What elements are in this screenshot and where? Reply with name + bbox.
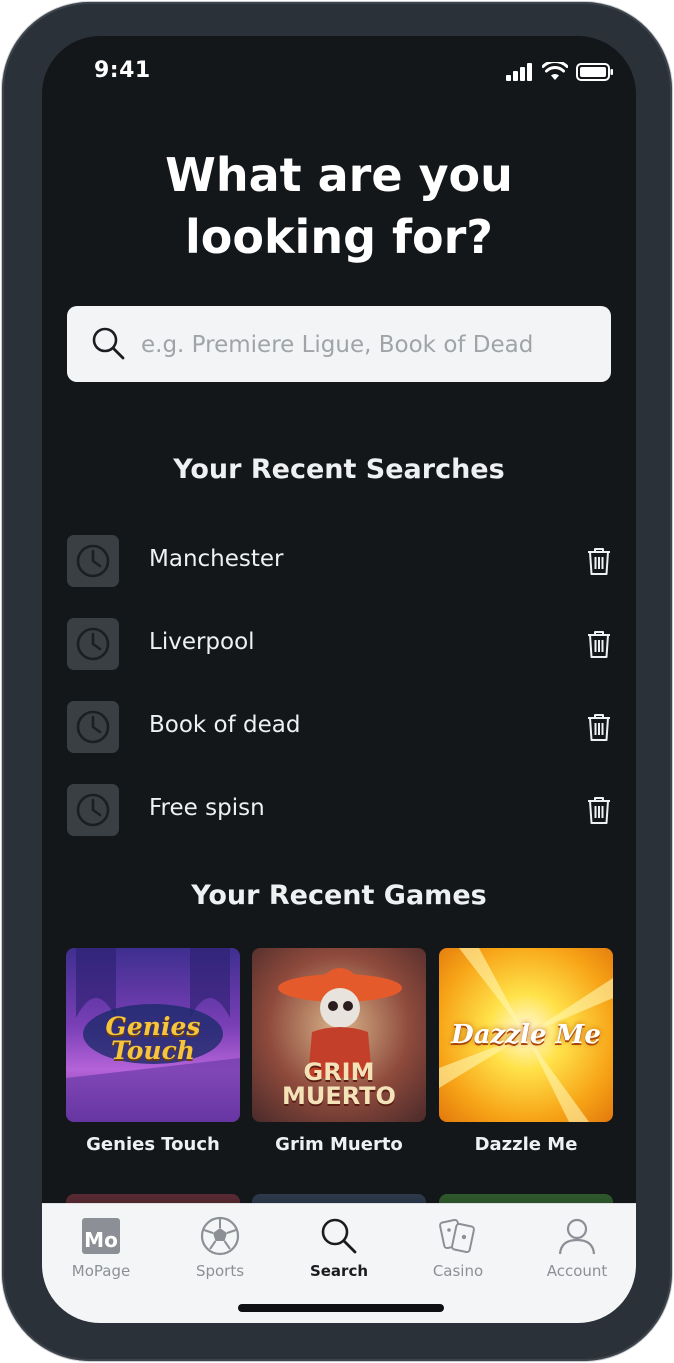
- tab-label: Sports: [195, 1262, 245, 1280]
- signal-icon: [506, 62, 532, 81]
- wifi-icon: [542, 62, 568, 80]
- tab-label: Search: [309, 1262, 369, 1280]
- game-logo-line-1: Dazzle Me: [451, 1020, 601, 1050]
- battery-icon: [576, 62, 613, 81]
- playing-cards-icon: [439, 1218, 475, 1254]
- recent-search-item[interactable]: Book of dead: [67, 701, 613, 753]
- search-input[interactable]: [139, 306, 603, 384]
- game-title: Grim Muerto: [275, 1134, 403, 1155]
- search-icon: [321, 1218, 357, 1254]
- tab-casino[interactable]: Casino: [399, 1214, 517, 1284]
- delete-trash-icon[interactable]: [585, 795, 613, 825]
- history-clock-icon: [67, 618, 119, 670]
- tab-mopage[interactable]: Mo MoPage: [42, 1214, 160, 1284]
- page-title: What are you looking for?: [42, 144, 636, 268]
- bottom-tab-bar: Mo MoPage Sports Search Casino Account: [42, 1203, 636, 1323]
- recent-search-label: Book of dead: [149, 712, 301, 738]
- user-icon: [558, 1218, 596, 1255]
- recent-search-label: Manchester: [149, 546, 284, 572]
- game-logo-line-2: Touch: [111, 1036, 195, 1065]
- recent-search-item[interactable]: Free spisn: [67, 784, 613, 836]
- status-time: 9:41: [94, 58, 151, 83]
- status-bar: 9:41: [42, 36, 636, 108]
- recent-search-item[interactable]: Manchester: [67, 535, 613, 587]
- recent-games-title: Your Recent Games: [191, 880, 487, 911]
- app-screen: 9:41 What are you looking for? e.g. Prem…: [42, 36, 636, 1323]
- page-title-line-2: looking for?: [184, 210, 493, 264]
- tab-search[interactable]: Search: [280, 1214, 398, 1284]
- game-card-grim-muerto[interactable]: GRIM MUERTO Grim Muerto: [252, 948, 426, 1155]
- game-title: Dazzle Me: [474, 1134, 578, 1155]
- game-card-dazzle-me[interactable]: Dazzle Me Dazzle Me: [439, 948, 613, 1155]
- game-title: Genies Touch: [86, 1134, 220, 1155]
- search-icon: [92, 327, 125, 360]
- tab-sports[interactable]: Sports: [161, 1214, 279, 1284]
- history-clock-icon: [67, 784, 119, 836]
- home-indicator[interactable]: [238, 1304, 444, 1312]
- recent-search-label: Free spisn: [149, 795, 265, 821]
- game-logo-line-2: MUERTO: [282, 1082, 396, 1110]
- game-thumbnail[interactable]: Dazzle Me: [439, 948, 613, 1122]
- mopage-logo-icon: Mo: [82, 1218, 120, 1254]
- game-thumbnail[interactable]: GRIM MUERTO: [252, 948, 426, 1122]
- history-clock-icon: [67, 701, 119, 753]
- soccer-ball-icon: [200, 1216, 240, 1256]
- search-bar[interactable]: [67, 306, 611, 384]
- game-thumbnail[interactable]: Genies Touch: [66, 948, 240, 1122]
- history-clock-icon: [67, 535, 119, 587]
- tab-account[interactable]: Account: [518, 1214, 636, 1284]
- recent-searches-title: Your Recent Searches: [173, 454, 505, 485]
- tab-label: Account: [546, 1262, 608, 1280]
- delete-trash-icon[interactable]: [585, 546, 613, 576]
- delete-trash-icon[interactable]: [585, 629, 613, 659]
- recent-search-label: Liverpool: [149, 629, 255, 655]
- phone-frame: 9:41 What are you looking for? e.g. Prem…: [2, 2, 672, 1361]
- page-title-line-1: What are you: [165, 148, 513, 202]
- delete-trash-icon[interactable]: [585, 712, 613, 742]
- status-icons: [506, 62, 614, 81]
- tab-label: MoPage: [71, 1262, 131, 1280]
- game-card-genies-touch[interactable]: Genies Touch Genies Touch: [66, 948, 240, 1155]
- tab-label: Casino: [432, 1262, 484, 1280]
- recent-search-item[interactable]: Liverpool: [67, 618, 613, 670]
